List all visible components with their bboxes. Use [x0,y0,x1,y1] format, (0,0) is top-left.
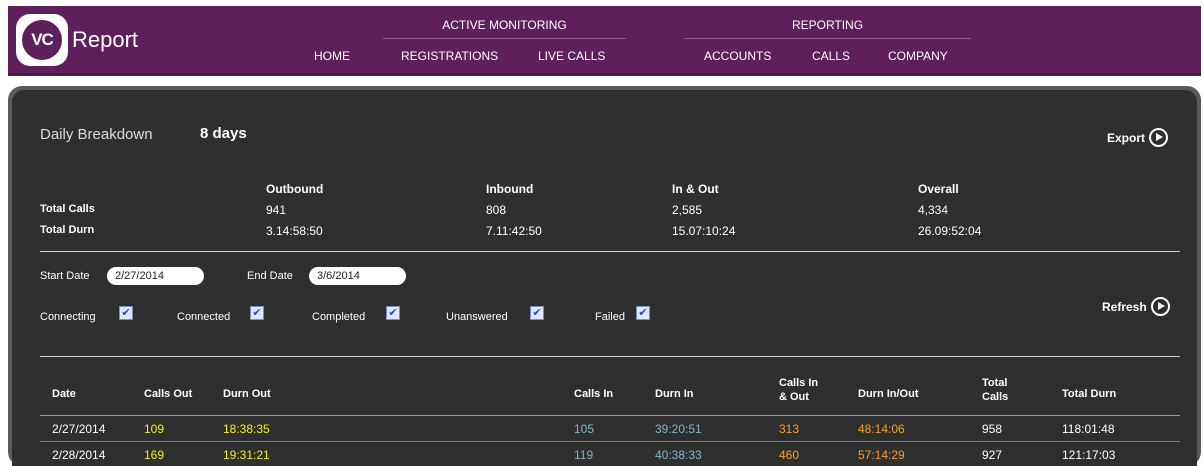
nav-group-active-monitoring: ACTIVE MONITORING [383,18,626,39]
summary-divider [40,251,1180,252]
table-cell-durn-in: 39:20:51 [655,422,702,436]
table-cell-durn-out: 19:31:21 [223,448,270,462]
table-header-divider [40,415,1180,416]
logo-text: Report [72,27,139,52]
nav-accounts[interactable]: ACCOUNTS [704,49,771,63]
table-cell-calls-in-out: 460 [779,448,800,462]
nav-live-calls[interactable]: LIVE CALLS [538,49,605,63]
filter-label-connecting: Connecting [40,311,96,323]
table-cell-calls-in-out: 313 [779,422,800,436]
checkbox-connected[interactable] [250,306,264,320]
summary-value: 7.11:42:50 [486,224,542,238]
table-header-total-durn: Total Durn [1062,388,1117,400]
table-header-durn-out: Durn Out [223,388,271,400]
table-cell-durn-in-out: 48:14:06 [858,422,905,436]
summary-label-total-calls: Total Calls [40,203,95,215]
summary-value: 808 [486,203,507,217]
nav-home[interactable]: HOME [314,49,350,63]
checkbox-failed[interactable] [636,306,650,320]
table-cell-calls-in: 105 [574,422,595,436]
end-date-input[interactable] [309,267,406,285]
summary-value: 941 [266,203,287,217]
table-header-calls-in: Calls In [574,388,614,400]
logo-mark: VC [22,20,62,60]
end-date-label: End Date [247,270,293,282]
table-header-calls-out: Calls Out [144,388,193,400]
summary-label-total-durn: Total Durn [40,224,95,236]
nav-group-reporting: REPORTING [684,18,971,39]
table-header-durn-in-out: Durn In/Out [858,388,919,400]
nav-registrations[interactable]: REGISTRATIONS [401,49,498,63]
checkbox-connecting[interactable] [119,306,133,320]
summary-value: 3.14:58:50 [266,224,323,238]
checkbox-unanswered[interactable] [530,306,544,320]
table-cell-calls-in: 119 [574,448,594,462]
export-label: Export [1107,130,1146,145]
report-days: 8 days [200,125,247,142]
table-header-date: Date [52,388,76,400]
table-cell-calls-out: 169 [144,448,165,462]
start-date-label: Start Date [40,270,90,282]
report-panel: Daily Breakdown 8 days Export Outbound I… [8,86,1201,466]
app-logo[interactable]: VC Report [16,14,138,66]
table-header-calls-in-out: Calls In & Out [779,377,819,403]
report-title: Daily Breakdown [40,126,153,143]
summary-value: 2,585 [672,203,703,217]
summary-col-in-out: In & Out [672,182,719,196]
table-cell-calls-out: 109 [144,422,165,436]
checkbox-completed[interactable] [386,306,400,320]
table-cell-total-calls: 958 [982,422,1003,436]
refresh-button[interactable]: Refresh [1102,297,1170,316]
table-cell-durn-in: 40:38:33 [655,448,702,462]
play-circle-icon [1150,297,1170,316]
filter-label-unanswered: Unanswered [446,311,508,323]
summary-col-overall: Overall [918,182,959,196]
play-circle-icon [1149,128,1169,147]
table-cell-date: 2/28/2014 [52,448,106,462]
top-navigation-bar: VC Report ACTIVE MONITORING REPORTING HO… [8,6,1201,76]
filter-label-connected: Connected [177,311,231,323]
table-cell-durn-out: 18:38:35 [223,422,270,436]
summary-col-outbound: Outbound [266,182,324,196]
report-panel-inner: Daily Breakdown 8 days Export Outbound I… [12,90,1197,466]
nav-company[interactable]: COMPANY [888,49,948,63]
table-cell-total-durn: 118:01:48 [1062,422,1115,436]
table-cell-durn-in-out: 57:14:29 [858,448,905,462]
summary-value: 26.09:52:04 [918,224,982,238]
export-button[interactable]: Export [1107,128,1169,147]
summary-value: 15.07:10:24 [672,224,736,238]
filter-label-failed: Failed [595,311,625,323]
table-cell-date: 2/27/2014 [52,422,106,436]
refresh-label: Refresh [1102,299,1147,314]
summary-value: 4,334 [918,203,949,217]
table-row-divider [40,441,1180,442]
filter-label-completed: Completed [312,311,366,323]
summary-col-inbound: Inbound [486,182,534,196]
start-date-input[interactable] [107,267,204,285]
table-header-durn-in: Durn In [655,388,694,400]
table-cell-total-calls: 927 [982,448,1003,462]
nav-calls[interactable]: CALLS [812,49,850,63]
logo-badge: VC [16,14,68,66]
table-cell-total-durn: 121:17:03 [1062,448,1116,462]
table-header-total-calls: Total Calls [982,377,1009,403]
filters-divider [40,356,1180,357]
